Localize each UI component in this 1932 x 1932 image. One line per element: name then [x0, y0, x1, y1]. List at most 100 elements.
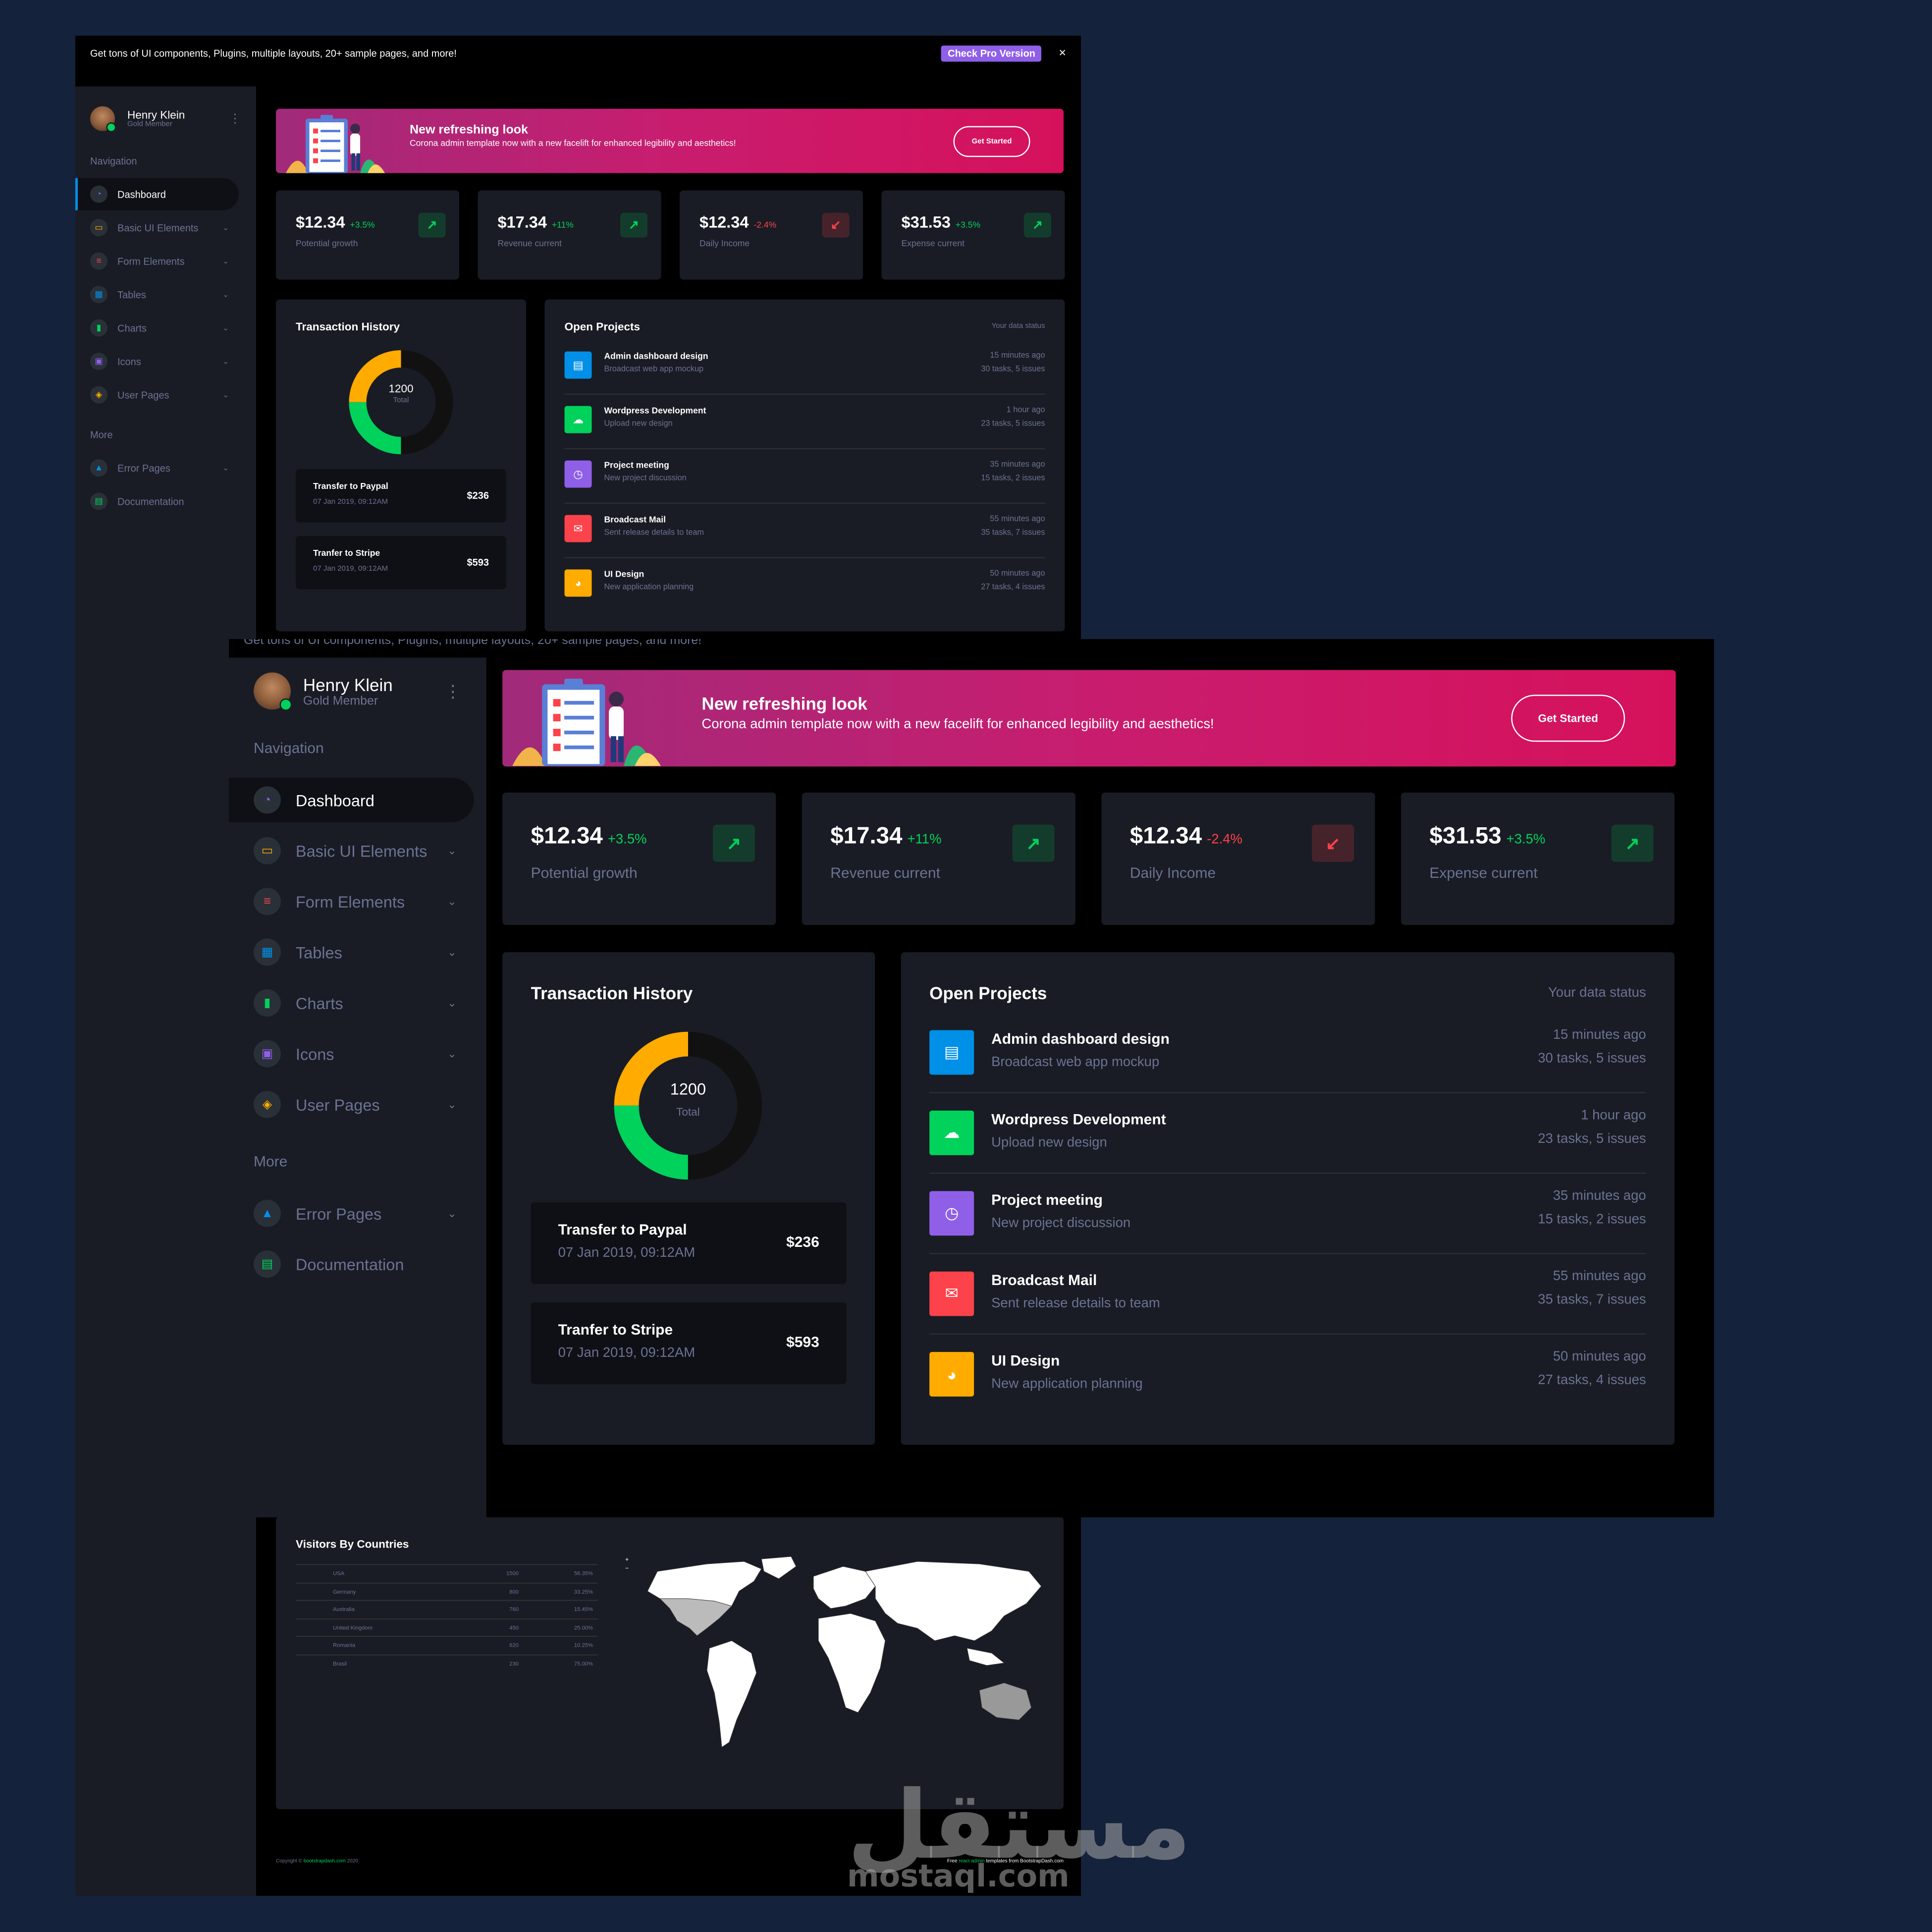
sidebar-item-forms[interactable]: ≡ Form Elements ⌄	[229, 879, 474, 924]
country-visits: 620	[474, 1636, 519, 1655]
country-name: Australia	[333, 1600, 475, 1618]
project-row[interactable]: ▤ Admin dashboard design Broadcast web ap…	[564, 349, 1045, 395]
sidebar-item-dashboard[interactable]: ◔ Dashboard	[75, 178, 239, 211]
avatar[interactable]	[90, 106, 116, 132]
project-time: 55 minutes ago	[990, 515, 1045, 524]
clipboard-illustration-icon	[286, 115, 385, 173]
project-row[interactable]: ✉ Broadcast Mail Sent release details to …	[564, 513, 1045, 558]
more-vertical-icon[interactable]: ⋮	[444, 681, 462, 701]
stat-change: -2.4%	[1207, 832, 1242, 847]
sidebar-item-user-pages[interactable]: ◈ User Pages ⌄	[229, 1082, 474, 1127]
table-icon: ▦	[90, 286, 107, 303]
lock-icon: ▲	[253, 1199, 281, 1227]
promo-bar: Get tons of UI components, Plugins, mult…	[75, 36, 1081, 72]
nav-heading: Navigation	[253, 739, 324, 757]
laptop-icon: ▭	[253, 837, 281, 864]
chevron-down-icon: ⌄	[447, 894, 457, 907]
promo-text: Get tons of UI components, Plugins, mult…	[90, 48, 457, 59]
sidebar-item-user-pages[interactable]: ◈ User Pages ⌄	[75, 379, 239, 411]
country-percent: 15.45%	[519, 1600, 598, 1618]
chevron-down-icon: ⌄	[447, 996, 457, 1009]
table-row: Brasil 230 75.00%	[296, 1654, 598, 1672]
profile[interactable]: Henry Klein Gold Member ⋮	[75, 87, 256, 144]
project-row[interactable]: ▤ Admin dashboard design Broadcast web ap…	[929, 1028, 1646, 1093]
chevron-down-icon: ⌄	[222, 465, 229, 473]
avatar[interactable]	[253, 672, 292, 711]
country-percent: 33.25%	[519, 1582, 598, 1601]
check-pro-button[interactable]: Check Pro Version	[941, 46, 1042, 62]
project-row[interactable]: ◷ Project meeting New project discussion …	[564, 458, 1045, 504]
transaction-item[interactable]: Transfer to Paypal 07 Jan 2019, 09:12AM …	[296, 469, 506, 523]
project-desc: Sent release details to team	[991, 1296, 1160, 1311]
transaction-date: 07 Jan 2019, 09:12AM	[558, 1245, 696, 1261]
sidebar-item-error-pages[interactable]: ▲ Error Pages ⌄	[229, 1191, 474, 1235]
sidebar-item-basic-ui[interactable]: ▭ Basic UI Elements ⌄	[229, 828, 474, 873]
stat-card-revenue-current: $17.34 +11% Revenue current ↗	[802, 792, 1075, 925]
sidebar-item-forms[interactable]: ≡ Form Elements ⌄	[75, 245, 239, 277]
sidebar-item-documentation[interactable]: ▤ Documentation	[75, 485, 239, 518]
online-status-dot	[106, 122, 116, 132]
transaction-item[interactable]: Tranfer to Stripe 07 Jan 2019, 09:12AM $…	[531, 1302, 847, 1385]
playlist-icon: ≡	[253, 888, 281, 915]
sidebar-item-charts[interactable]: ▮ Charts ⌄	[75, 312, 239, 344]
project-name: UI Design	[991, 1352, 1060, 1370]
mostaql-watermark: مستقل mostaql.com	[847, 1771, 1191, 1894]
stat-card-daily-income: $12.34 -2.4% Daily Income ↙	[1101, 792, 1375, 925]
transaction-history-card: Transaction History 1200 Total Transfer …	[502, 952, 875, 1445]
project-row[interactable]: ✉ Broadcast Mail Sent release details to …	[929, 1269, 1646, 1335]
world-map[interactable]	[633, 1554, 1054, 1777]
chart-pie-icon: ◕	[564, 569, 592, 597]
sidebar-item-icons[interactable]: ▣ Icons ⌄	[75, 345, 239, 377]
banner-subtitle: Corona admin template now with a new fac…	[701, 717, 1214, 732]
file-document-icon: ▤	[253, 1250, 281, 1278]
sidebar-item-charts[interactable]: ▮ Charts ⌄	[229, 981, 474, 1025]
data-status-label: Your data status	[1548, 985, 1646, 1001]
project-name: Admin dashboard design	[991, 1030, 1170, 1048]
stat-label: Daily Income	[699, 240, 750, 249]
table-row: Romania 620 10.25%	[296, 1636, 598, 1655]
table-row: USA 1500 56.35%	[296, 1564, 598, 1583]
sidebar-item-documentation[interactable]: ▤ Documentation	[229, 1242, 474, 1287]
project-desc: Upload new design	[604, 420, 673, 429]
more-vertical-icon[interactable]: ⋮	[229, 112, 241, 126]
profile[interactable]: Henry Klein Gold Member ⋮	[229, 657, 486, 722]
map-south-america	[706, 1640, 757, 1748]
get-started-button[interactable]: Get Started	[953, 126, 1030, 157]
visitors-by-countries-card: Visitors By Countries USA 1500 56.35% Germ…	[276, 1517, 1064, 1809]
project-row[interactable]: ◷ Project meeting New project discussion …	[929, 1188, 1646, 1254]
arrow-top-right-icon: ↗	[620, 213, 647, 238]
footer-link[interactable]: bootstrapdash.com	[304, 1858, 346, 1864]
sidebar-item-tables[interactable]: ▦ Tables ⌄	[229, 930, 474, 974]
arrow-top-right-icon: ↗	[1611, 824, 1654, 862]
stat-value: $31.53	[901, 213, 951, 232]
chart-bar-icon: ▮	[90, 319, 107, 337]
project-time: 1 hour ago	[1006, 406, 1045, 415]
transaction-item[interactable]: Tranfer to Stripe 07 Jan 2019, 09:12AM $…	[296, 536, 506, 590]
zoom-out-button[interactable]: −	[625, 1565, 629, 1573]
sidebar-item-dashboard[interactable]: ◔ Dashboard	[229, 777, 474, 822]
cloud-upload-icon: ☁	[564, 406, 592, 433]
sidebar-item-tables[interactable]: ▦ Tables ⌄	[75, 278, 239, 311]
transaction-item[interactable]: Transfer to Paypal 07 Jan 2019, 09:12AM …	[531, 1202, 847, 1284]
table-row: Australia 760 15.45%	[296, 1600, 598, 1618]
zoom-in-button[interactable]: +	[625, 1556, 629, 1564]
project-row[interactable]: ☁ Wordpress Development Upload new design…	[929, 1108, 1646, 1174]
clipboard-illustration-icon	[512, 678, 661, 766]
stat-label: Potential growth	[296, 240, 358, 249]
close-icon[interactable]: ×	[1059, 47, 1066, 61]
promo-text: Get tons of UI components, Plugins, mult…	[243, 639, 702, 647]
sidebar-item-basic-ui[interactable]: ▭ Basic UI Elements ⌄	[75, 212, 239, 244]
project-tasks: 15 tasks, 2 issues	[981, 474, 1045, 483]
project-row[interactable]: ◕ UI Design New application planning 50 m…	[564, 567, 1045, 612]
sidebar-item-error-pages[interactable]: ▲ Error Pages ⌄	[75, 452, 239, 484]
file-icon: ▤	[929, 1030, 974, 1075]
stat-change: +11%	[907, 832, 942, 847]
get-started-button[interactable]: Get Started	[1511, 695, 1625, 742]
project-desc: New application planning	[604, 583, 694, 592]
arrow-bottom-left-icon: ↙	[1312, 824, 1354, 862]
project-row[interactable]: ◕ UI Design New application planning 50 m…	[929, 1349, 1646, 1414]
sidebar-item-icons[interactable]: ▣ Icons ⌄	[229, 1031, 474, 1076]
arrow-top-right-icon: ↗	[1024, 213, 1051, 238]
table-row: United Kingdom 450 25.00%	[296, 1617, 598, 1637]
project-row[interactable]: ☁ Wordpress Development Upload new design…	[564, 404, 1045, 449]
